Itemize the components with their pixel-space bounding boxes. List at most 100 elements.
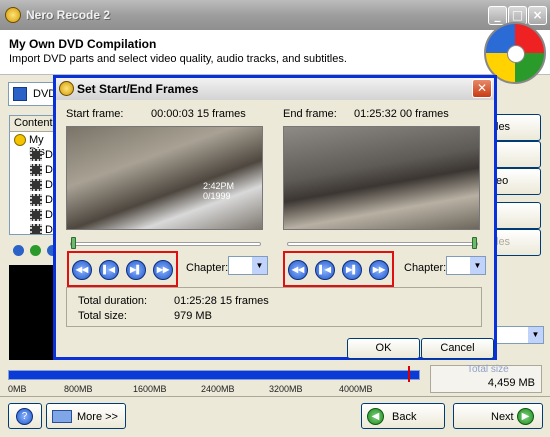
fast-forward-icon[interactable]: ▶▶ xyxy=(153,260,173,280)
video-timestamp: 2:42PM 0/1999 xyxy=(203,181,235,201)
dialog-close-button[interactable]: ✕ xyxy=(472,79,492,98)
end-frame-label: End frame: xyxy=(283,108,337,120)
right-button-label: les xyxy=(496,121,511,133)
total-size-label: Total size xyxy=(467,364,509,375)
end-controls: ◀◀ ▌◀ ▶▌ ▶▶ xyxy=(283,251,394,287)
divider xyxy=(0,396,550,397)
summary-panel: Total duration: 01:25:28 15 frames Total… xyxy=(66,287,482,327)
app-title: Nero Recode 2 xyxy=(26,8,111,22)
step-back-icon[interactable]: ▌◀ xyxy=(315,260,335,280)
dialog-total-size-value: 979 MB xyxy=(174,310,212,322)
ok-button[interactable]: OK xyxy=(347,338,420,359)
chevron-down-icon: ▼ xyxy=(528,327,543,343)
start-slider-handle[interactable] xyxy=(71,237,76,249)
list-item[interactable]: Di xyxy=(12,193,58,208)
list-item[interactable]: Di xyxy=(12,148,58,163)
right-button-5[interactable]: les xyxy=(491,229,541,256)
right-button-1[interactable]: les xyxy=(491,114,541,141)
help-icon: ? xyxy=(16,408,33,425)
film-icon xyxy=(30,179,42,191)
rewind-icon[interactable]: ◀◀ xyxy=(288,260,308,280)
tree-header[interactable]: Content xyxy=(10,116,58,132)
scale-label: 2400MB xyxy=(201,384,235,394)
start-frame-slider[interactable] xyxy=(70,242,261,246)
cancel-button[interactable]: Cancel xyxy=(421,338,494,359)
right-button-3[interactable]: eo xyxy=(491,168,541,195)
dialog-title: Set Start/End Frames xyxy=(77,82,199,96)
total-size-value: 4,459 MB xyxy=(487,377,535,389)
more-options-icon xyxy=(52,410,72,423)
right-button-2[interactable] xyxy=(491,141,541,168)
disc-icon xyxy=(14,134,26,146)
close-icon: ✕ xyxy=(476,81,488,95)
set-frames-dialog: Set Start/End Frames ✕ Start frame: 00:0… xyxy=(53,75,497,360)
back-button-label: Back xyxy=(392,411,417,423)
scale-label: 4000MB xyxy=(339,384,373,394)
page-title: My Own DVD Compilation xyxy=(9,37,157,51)
wizard-header: My Own DVD Compilation Import DVD parts … xyxy=(0,30,550,75)
chevron-down-icon: ▼ xyxy=(252,257,267,274)
page-subtitle: Import DVD parts and select video qualit… xyxy=(9,53,347,65)
right-button-label: les xyxy=(496,236,511,248)
end-frame-slider[interactable] xyxy=(287,242,478,246)
start-chapter-select[interactable]: ▼ xyxy=(228,256,268,275)
list-item[interactable]: Di xyxy=(12,223,58,234)
preview-panel xyxy=(9,265,57,360)
step-forward-icon[interactable]: ▶▌ xyxy=(342,260,362,280)
start-chapter-label: Chapter: xyxy=(186,262,229,274)
help-button[interactable]: ? xyxy=(8,403,42,429)
close-button[interactable]: × xyxy=(528,6,547,25)
scale-label: 3200MB xyxy=(269,384,303,394)
source-selector[interactable]: DVD- xyxy=(8,82,60,106)
list-item[interactable]: Di xyxy=(12,178,58,193)
start-frame-value: 00:00:03 15 frames xyxy=(151,108,246,120)
start-frame-preview: 2:42PM 0/1999 xyxy=(66,126,263,230)
minimize-icon: _ xyxy=(494,8,501,22)
capacity-marker xyxy=(408,366,410,382)
next-button[interactable]: Next ▶ xyxy=(453,403,543,429)
app-icon xyxy=(5,7,21,23)
film-icon xyxy=(30,149,42,161)
more-button-label: More >> xyxy=(77,411,118,423)
end-slider-handle[interactable] xyxy=(472,237,477,249)
minimize-button[interactable]: _ xyxy=(488,6,507,25)
app-icon xyxy=(59,81,74,96)
end-chapter-select[interactable]: ▼ xyxy=(446,256,486,275)
film-icon xyxy=(30,209,42,221)
size-scale-bar xyxy=(8,370,420,380)
film-icon xyxy=(30,164,42,176)
list-item[interactable]: Di xyxy=(12,163,58,178)
main-titlebar: Nero Recode 2 _ □ × xyxy=(0,0,550,30)
right-button-4[interactable] xyxy=(491,202,541,229)
content-tree[interactable]: Content My Dis Di Di Di Di Di Di xyxy=(9,115,58,235)
fast-forward-icon[interactable]: ▶▶ xyxy=(369,260,389,280)
step-back-icon[interactable]: ▌◀ xyxy=(99,260,119,280)
end-chapter-label: Chapter: xyxy=(404,262,447,274)
list-item[interactable]: Di xyxy=(12,208,58,223)
start-controls: ◀◀ ▌◀ ▶▌ ▶▶ xyxy=(67,251,178,287)
disc-icon xyxy=(13,87,27,101)
total-duration-value: 01:25:28 15 frames xyxy=(174,295,269,307)
total-duration-label: Total duration: xyxy=(78,295,148,307)
next-button-label: Next xyxy=(491,411,514,423)
film-icon xyxy=(30,224,42,234)
nav-play-icon[interactable] xyxy=(30,245,41,256)
chevron-down-icon: ▼ xyxy=(470,257,485,274)
rewind-icon[interactable]: ◀◀ xyxy=(72,260,92,280)
nav-prev-icon[interactable] xyxy=(13,245,24,256)
end-frame-preview xyxy=(283,126,480,230)
total-size-box: Total size 4,459 MB xyxy=(430,364,542,393)
back-arrow-icon: ◀ xyxy=(367,408,384,425)
start-frame-label: Start frame: xyxy=(66,108,124,120)
tree-root[interactable]: My Dis xyxy=(12,133,58,158)
back-button[interactable]: ◀ Back xyxy=(361,403,445,429)
next-arrow-icon: ▶ xyxy=(517,408,534,425)
scale-label: 800MB xyxy=(64,384,93,394)
right-dropdown[interactable]: ▼ xyxy=(489,326,544,344)
scale-label: 1600MB xyxy=(133,384,167,394)
right-button-label: eo xyxy=(496,175,509,187)
dialog-titlebar: Set Start/End Frames ✕ xyxy=(56,78,494,100)
end-frame-value: 01:25:32 00 frames xyxy=(354,108,449,120)
more-button[interactable]: More >> xyxy=(46,403,126,429)
step-forward-icon[interactable]: ▶▌ xyxy=(126,260,146,280)
